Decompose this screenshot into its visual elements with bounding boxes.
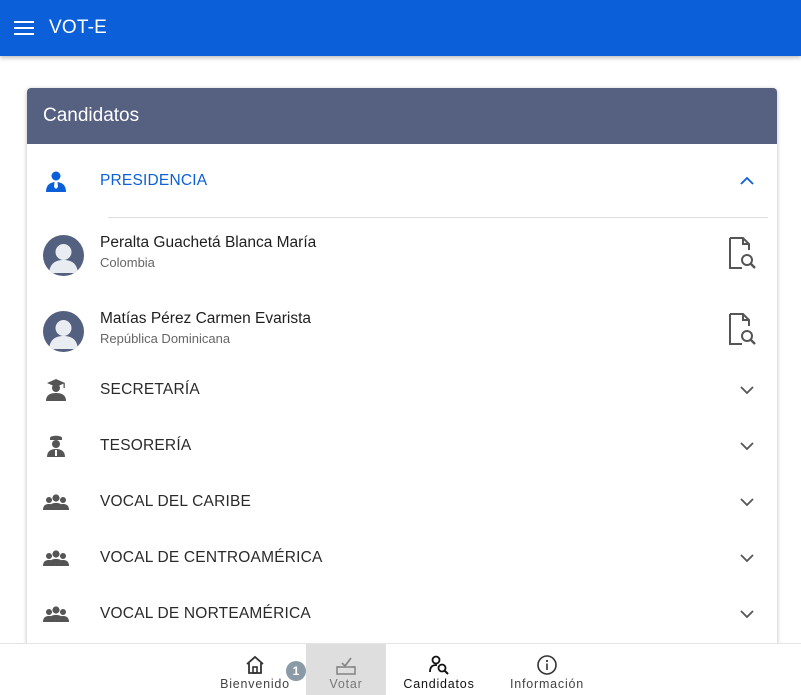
chevron-down-icon[interactable] (739, 383, 755, 397)
section-label: VOCAL DE CENTROAMÉRICA (100, 549, 323, 566)
chevron-down-icon[interactable] (739, 551, 755, 565)
nav-label: Candidatos (403, 677, 475, 691)
notification-badge: 1 (286, 661, 306, 681)
candidate-country: Colombia (100, 255, 155, 270)
app-bar: VOT-E (0, 0, 801, 56)
card-header: Candidatos (27, 88, 777, 144)
nav-label: Bienvenido (220, 677, 290, 691)
nav-informacion[interactable]: Información (507, 644, 587, 695)
chevron-down-icon[interactable] (739, 607, 755, 621)
candidate-country: República Dominicana (100, 331, 231, 346)
app-title: VOT-E (49, 17, 108, 38)
section-label: PRESIDENCIA (100, 172, 208, 189)
section-vocal-caribe[interactable]: VOCAL DEL CARIBE (27, 474, 777, 530)
section-label: VOCAL DEL CARIBE (100, 493, 252, 510)
nav-candidatos[interactable]: Candidatos (399, 644, 479, 695)
bottom-navigation: Bienvenido Votar Candidatos Información (0, 643, 801, 695)
chevron-up-icon[interactable] (739, 174, 755, 188)
info-icon (537, 655, 557, 675)
officer-icon (47, 435, 65, 457)
person-search-icon (429, 655, 449, 675)
candidate-name: Matías Pérez Carmen Evarista (100, 310, 312, 327)
nav-label: Votar (329, 677, 363, 691)
nav-label: Información (509, 677, 585, 691)
chevron-down-icon[interactable] (739, 495, 755, 509)
ballot-box-icon (336, 657, 356, 675)
menu-icon (14, 21, 34, 35)
document-search-icon[interactable] (725, 312, 761, 348)
home-icon (246, 655, 264, 674)
section-tesoreria[interactable]: TESORERÍA (27, 418, 777, 474)
candidate-name: Peralta Guachetá Blanca María (100, 234, 317, 251)
candidate-row[interactable]: Matías Pérez Carmen Evarista República D… (27, 294, 777, 366)
section-label: VOCAL DE NORTEAMÉRICA (100, 605, 311, 622)
section-label: SECRETARÍA (100, 381, 200, 398)
section-vocal-centroamerica[interactable]: VOCAL DE CENTROAMÉRICA (27, 530, 777, 586)
avatar (43, 311, 84, 352)
avatar-person-icon (49, 244, 78, 273)
candidates-card: Candidatos PRESIDENCIA Peralta Guachetá … (27, 88, 777, 648)
nav-bienvenido[interactable]: Bienvenido (215, 644, 295, 695)
section-vocal-norteamerica[interactable]: VOCAL DE NORTEAMÉRICA (27, 586, 777, 642)
document-search-icon[interactable] (725, 236, 761, 272)
section-label: TESORERÍA (100, 437, 192, 454)
avatar-person-icon (49, 320, 78, 349)
group-icon (43, 550, 69, 566)
section-secretaria[interactable]: SECRETARÍA (27, 362, 777, 418)
group-icon (43, 494, 69, 510)
group-icon (43, 606, 69, 622)
section-presidencia[interactable]: PRESIDENCIA (27, 153, 777, 209)
person-tie-icon (46, 171, 66, 192)
menu-button[interactable] (0, 0, 48, 56)
nav-votar[interactable]: Votar (306, 644, 386, 695)
avatar (43, 235, 84, 276)
chevron-down-icon[interactable] (739, 439, 755, 453)
card-title: Candidatos (43, 105, 140, 126)
candidate-row[interactable]: Peralta Guachetá Blanca María Colombia (27, 218, 777, 290)
graduate-icon (46, 379, 66, 401)
